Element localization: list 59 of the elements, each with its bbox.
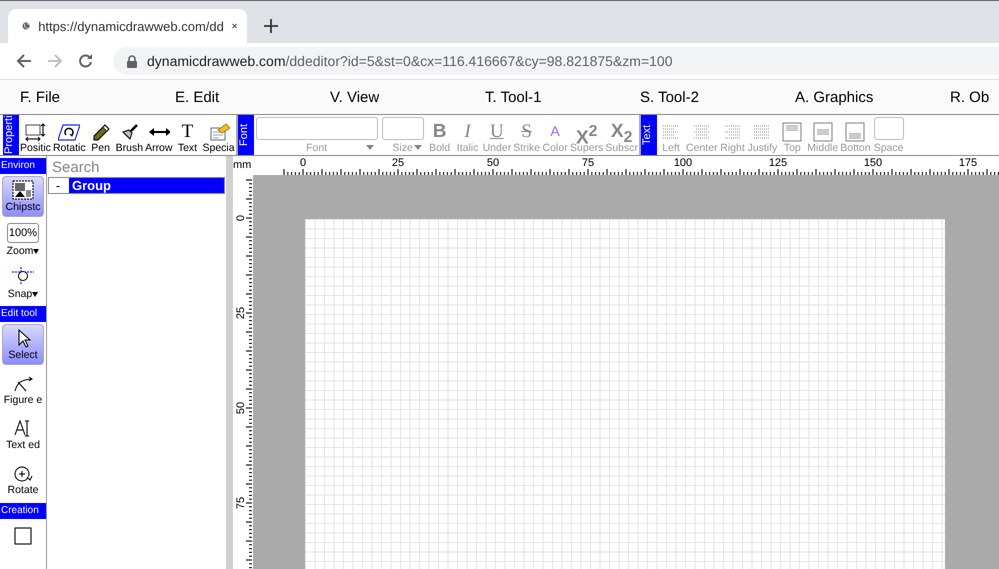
menu-item[interactable]: F. File (20, 88, 175, 106)
rotation-icon (58, 122, 80, 142)
group-label: Font (238, 115, 254, 155)
tree-item[interactable]: Group (69, 178, 224, 193)
document-icon (208, 122, 230, 142)
toolbar-button[interactable]: Arrow (144, 115, 174, 155)
close-icon[interactable] (232, 21, 237, 31)
input-field[interactable] (382, 117, 424, 140)
rectangle-icon (12, 525, 34, 545)
menu-item[interactable]: R. Ob (950, 88, 999, 106)
toolbar-button[interactable]: Specia (201, 115, 236, 155)
menu-item[interactable]: V. View (330, 88, 485, 106)
menu-item[interactable]: A. Graphics (795, 88, 950, 106)
input-field[interactable] (874, 117, 904, 140)
horizontal-ruler: 0 25 50 75 100 125 150 175 (253, 156, 999, 175)
vertical-ruler: 0 25 50 75 (233, 175, 253, 569)
toolbar-button[interactable]: T Text (173, 115, 202, 155)
snap-dropdown[interactable]: Snap (8, 288, 38, 300)
field-label: Space (874, 141, 904, 155)
section-header: Creation (0, 503, 46, 519)
toolbar-button[interactable]: Brush (114, 115, 144, 155)
section-header: Edit tool (0, 306, 46, 322)
address-field[interactable]: dynamicdrawweb.com/ddeditor?id=5&st=0&cx=116.416667&cy=98.821875&zm=100 (113, 47, 999, 75)
tool-button[interactable]: Text ed (2, 414, 44, 455)
tool-button[interactable]: Chipstc (2, 176, 44, 217)
toolbar-button[interactable]: Rotatic (52, 115, 87, 155)
new-tab-icon[interactable] (264, 19, 278, 33)
snap-icon (11, 266, 35, 286)
toolbar-button[interactable]: Pen (86, 115, 115, 155)
tool-button[interactable]: Select (2, 324, 44, 365)
align-middle-icon (812, 122, 834, 142)
group-label: Text (641, 115, 658, 155)
group-label: Properti (3, 115, 19, 155)
align-top-icon (781, 122, 804, 142)
menu-item[interactable]: S. Tool-2 (640, 88, 795, 106)
lock-icon (127, 54, 137, 68)
expand-toggle[interactable]: - (49, 178, 67, 193)
section-header: Environ (0, 158, 46, 174)
position-icon (24, 122, 46, 142)
toolbar-button[interactable]: Positic (19, 115, 52, 155)
url-text: dynamicdrawweb.com/ddeditor?id=5&st=0&cx=116.416667&cy=98.821875&zm=100 (147, 53, 672, 69)
reload-icon[interactable] (78, 53, 94, 69)
caret-icon[interactable] (414, 145, 422, 150)
field-label: Font (306, 141, 328, 155)
zoom-field[interactable]: 100% (6, 223, 40, 243)
browser-tab[interactable]: https://dynamicdrawweb.com/dd (8, 9, 247, 43)
menu-item[interactable]: T. Tool-1 (485, 88, 640, 106)
input-field[interactable] (256, 117, 378, 140)
align-bottom-icon (844, 122, 866, 142)
picture-icon (12, 180, 34, 200)
tool-button[interactable]: Rotate (2, 459, 44, 500)
menu-item[interactable]: E. Edit (175, 88, 330, 106)
zoom-dropdown[interactable]: Zoom (6, 245, 40, 257)
tab-title: https://dynamicdrawweb.com/dd (38, 18, 224, 34)
scrollbar[interactable] (226, 156, 233, 569)
caret-icon[interactable] (366, 145, 374, 150)
field-label: Size (392, 141, 413, 155)
tool-button[interactable]: Figure e (2, 369, 44, 410)
back-icon[interactable] (16, 53, 32, 69)
